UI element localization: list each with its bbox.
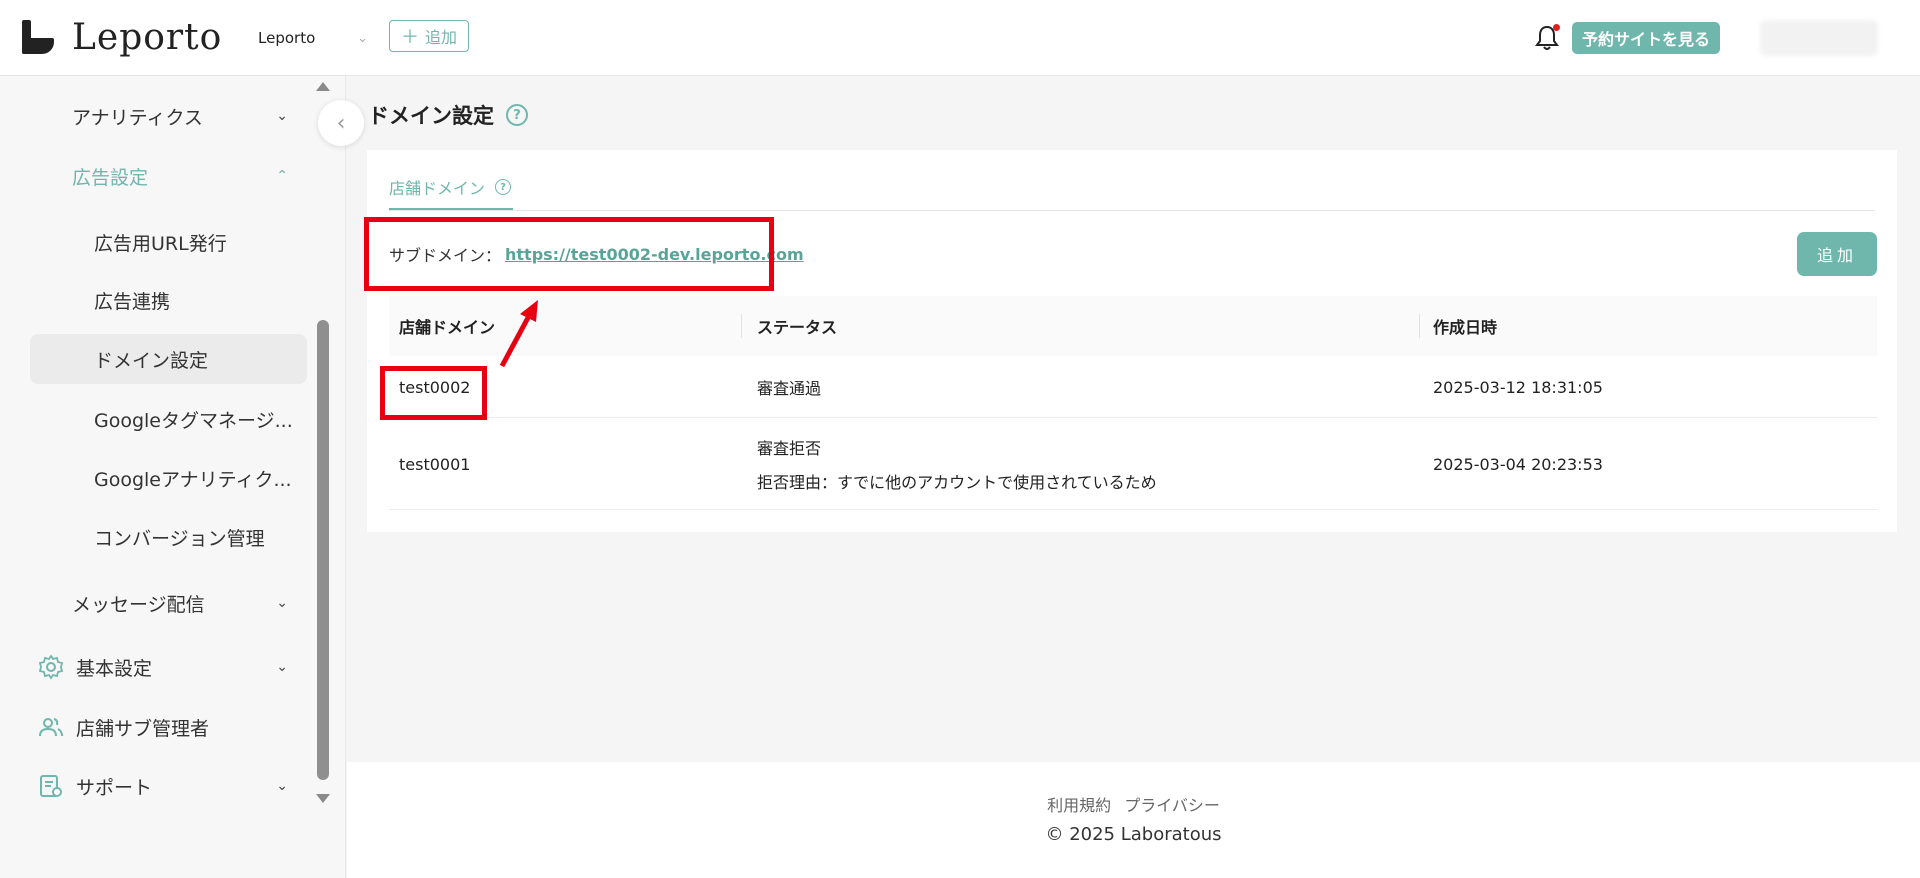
sidebar-scrollbar[interactable] — [314, 76, 334, 811]
sidebar-item-analytics[interactable]: アナリティクス ⌄ — [72, 91, 288, 141]
table-row: test0001 審査拒否 拒否理由：すでに他のアカウントで使用されているため … — [389, 418, 1877, 510]
tab-store-domain[interactable]: 店舗ドメイン ? — [389, 164, 512, 210]
page-title: ドメイン設定 — [368, 104, 494, 128]
sidebar-item-label: アナリティクス — [72, 106, 203, 129]
page-title-row: ドメイン設定 ? — [368, 100, 528, 130]
header-add-button[interactable]: ＋ 追加 — [389, 20, 469, 52]
privacy-link[interactable]: プライバシー — [1124, 796, 1220, 815]
cell-status: 審査拒否 — [757, 439, 822, 458]
tab-divider — [389, 210, 1875, 211]
notification-dot — [1553, 24, 1560, 31]
column-header-created: 作成日時 — [1433, 318, 1498, 337]
notification-bell-icon[interactable] — [1534, 24, 1560, 52]
top-header: Leporto Leporto ⌄ ＋ 追加 予約サイトを見る — [0, 0, 1920, 76]
sidebar-item-ad-integration[interactable]: 広告連携 — [94, 275, 294, 325]
support-document-icon — [40, 775, 62, 797]
cell-created: 2025-03-04 20:23:53 — [1433, 454, 1603, 474]
tab-label: 店舗ドメイン — [389, 179, 486, 198]
add-domain-button[interactable]: 追加 — [1797, 232, 1877, 276]
column-header-status: ステータス — [757, 318, 838, 337]
logo-mark-icon — [22, 20, 56, 54]
cell-domain: test0001 — [399, 454, 471, 474]
chevron-left-icon: ‹ — [336, 110, 346, 136]
sidebar-item-domain-settings[interactable]: ドメイン設定 — [30, 334, 307, 384]
sidebar-item-conversion[interactable]: コンバージョン管理 — [94, 512, 294, 562]
logo-text: Leporto — [72, 16, 223, 58]
sidebar-item-google-analytics[interactable]: Googleアナリティク... — [94, 453, 294, 503]
sidebar-item-label: サポート — [76, 776, 153, 799]
help-icon[interactable]: ? — [495, 179, 512, 195]
domain-card: 店舗ドメイン ? サブドメイン： https://test0002-dev.le… — [367, 150, 1897, 532]
sidebar-item-label: ドメイン設定 — [94, 349, 209, 372]
sidebar-collapse-button[interactable]: ‹ — [318, 100, 364, 146]
chevron-down-icon: ⌄ — [276, 595, 288, 611]
sidebar-item-label: 広告用URL発行 — [94, 232, 227, 255]
sidebar-item-message-delivery[interactable]: メッセージ配信 ⌄ — [72, 578, 288, 628]
sidebar-item-ad-settings[interactable]: 広告設定 ⌃ — [72, 151, 288, 201]
store-select-value: Leporto — [258, 29, 316, 47]
chevron-down-icon: ⌄ — [276, 108, 288, 124]
sidebar-item-ad-url[interactable]: 広告用URL発行 — [94, 217, 294, 267]
cell-reason: 拒否理由：すでに他のアカウントで使用されているため — [757, 473, 1157, 492]
sidebar-item-support[interactable]: サポート ⌄ — [38, 761, 288, 811]
view-reservation-site-button[interactable]: 予約サイトを見る — [1572, 22, 1720, 54]
sidebar-item-label: 基本設定 — [76, 657, 153, 680]
chevron-down-icon: ⌄ — [357, 30, 368, 46]
copyright: © 2025 Laboratous — [1045, 824, 1222, 845]
cell-status: 審査通過 — [757, 379, 822, 398]
help-icon[interactable]: ? — [506, 104, 528, 126]
sidebar: アナリティクス ⌄ 広告設定 ⌃ 広告用URL発行 広告連携 ドメイン設定 Go… — [0, 76, 346, 878]
column-header-domain: 店舗ドメイン — [399, 318, 496, 337]
highlight-box-domain-cell — [380, 366, 487, 420]
chevron-down-icon: ⌄ — [276, 659, 288, 675]
gear-icon — [38, 654, 64, 680]
sidebar-item-label: メッセージ配信 — [72, 593, 205, 616]
footer-links: 利用規約 プライバシー — [347, 792, 1920, 816]
scroll-up-arrow-icon[interactable] — [316, 82, 330, 91]
plus-icon: ＋ — [400, 27, 419, 48]
header-add-label: 追加 — [424, 28, 457, 47]
table-header: 店舗ドメイン ステータス 作成日時 — [389, 296, 1877, 356]
sidebar-item-sub-admin[interactable]: 店舗サブ管理者 — [38, 702, 288, 752]
chevron-down-icon: ⌄ — [276, 778, 288, 794]
annotation-arrow-icon — [499, 300, 538, 368]
footer: 利用規約 プライバシー © 2025 Laboratous — [347, 762, 1920, 878]
sidebar-item-label: Googleタグマネージ... — [94, 409, 293, 432]
scrollbar-thumb[interactable] — [317, 320, 329, 780]
highlight-box-subdomain — [364, 217, 774, 291]
sidebar-item-label: 広告設定 — [72, 166, 149, 189]
user-menu[interactable] — [1760, 20, 1878, 56]
column-separator — [741, 314, 742, 338]
terms-link[interactable]: 利用規約 — [1047, 796, 1111, 815]
users-icon — [39, 718, 63, 737]
logo[interactable]: Leporto — [22, 16, 223, 58]
store-select[interactable]: Leporto ⌄ — [258, 26, 368, 50]
sidebar-item-label: コンバージョン管理 — [94, 527, 265, 550]
sidebar-item-label: 店舗サブ管理者 — [76, 717, 210, 740]
cell-created: 2025-03-12 18:31:05 — [1433, 377, 1603, 397]
scroll-down-arrow-icon[interactable] — [316, 794, 330, 803]
table-row: test0002 審査通過 2025-03-12 18:31:05 — [389, 356, 1877, 418]
sidebar-item-basic-settings[interactable]: 基本設定 ⌄ — [38, 642, 288, 692]
sidebar-item-label: 広告連携 — [94, 290, 171, 313]
sidebar-item-label: Googleアナリティク... — [94, 468, 292, 491]
chevron-up-icon: ⌃ — [276, 168, 288, 184]
column-separator — [1419, 314, 1420, 338]
sidebar-item-google-tag-manager[interactable]: Googleタグマネージ... — [94, 394, 294, 444]
